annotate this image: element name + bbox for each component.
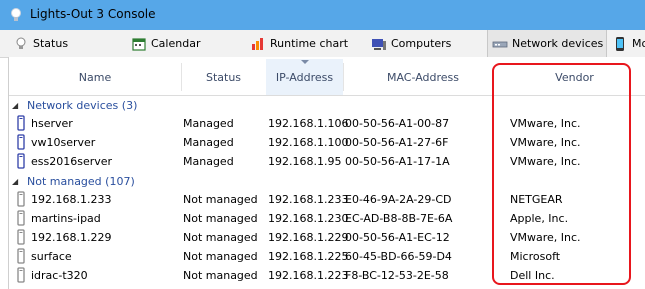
cell-status: Not managed — [183, 231, 258, 244]
tab-label: Status — [33, 37, 69, 50]
cell-status: Not managed — [183, 212, 258, 225]
tab-label: Mo — [632, 37, 645, 50]
lightbulb-icon — [11, 8, 21, 21]
cell-status: Managed — [183, 155, 234, 168]
cell-name: 192.168.1.229 — [31, 231, 112, 244]
tab-label: Runtime chart — [270, 37, 349, 50]
vendor-column-highlight — [492, 63, 631, 285]
title-bar[interactable]: Lights-Out 3 Console — [0, 0, 645, 30]
cell-name: ess2016server — [31, 155, 113, 168]
tab-label: Network devices — [512, 37, 604, 50]
column-header-name[interactable]: Name — [9, 59, 181, 95]
calendar-icon — [132, 37, 146, 51]
column-header-status[interactable]: Status — [181, 59, 266, 95]
network-icon — [492, 41, 508, 47]
device-icon — [17, 248, 25, 264]
cell-mac: E0-46-9A-2A-29-CD — [345, 193, 452, 206]
column-header-ip-address[interactable]: IP-Address — [266, 59, 343, 95]
collapse-icon: ◢ — [12, 176, 19, 186]
cell-status: Managed — [183, 117, 234, 130]
device-icon — [17, 191, 25, 207]
cell-ip: 192.168.1.230 — [268, 212, 349, 225]
cell-mac: F8-BC-12-53-2E-58 — [345, 269, 449, 282]
cell-ip: 192.168.1.233 — [268, 193, 349, 206]
cell-name: idrac-t320 — [31, 269, 88, 282]
cell-ip: 192.168.1.95 — [268, 155, 342, 168]
cell-status: Not managed — [183, 269, 258, 282]
cell-status: Not managed — [183, 193, 258, 206]
cell-name: surface — [31, 250, 72, 263]
cell-ip: 192.168.1.106 — [268, 117, 349, 130]
cell-name: hserver — [31, 117, 73, 130]
cell-mac: 00-50-56-A1-00-87 — [345, 117, 450, 130]
tab-computers[interactable]: Computers — [371, 30, 451, 57]
chart-icon — [252, 37, 263, 50]
cell-name: martins-ipad — [31, 212, 101, 225]
tab-bar: Status Calendar Runtime chart Computers … — [0, 30, 645, 58]
device-icon — [17, 115, 25, 131]
cell-mac: 00-50-56-A1-27-6F — [345, 136, 449, 149]
cell-name: vw10server — [31, 136, 96, 149]
lightbulb-icon — [16, 37, 26, 49]
cell-status: Not managed — [183, 250, 258, 263]
cell-mac: 00-50-56-A1-17-1A — [345, 155, 450, 168]
tab-status[interactable]: Status — [13, 30, 68, 57]
device-icon — [17, 153, 25, 169]
sort-arrow-icon — [300, 60, 309, 64]
cell-mac: 60-45-BD-66-59-D4 — [345, 250, 452, 263]
collapse-icon: ◢ — [12, 100, 19, 110]
group-label: Not managed (107) — [27, 174, 135, 188]
computer-icon — [372, 38, 386, 50]
tab-label: Computers — [391, 37, 452, 50]
cell-mac: 00-50-56-A1-EC-12 — [345, 231, 450, 244]
device-icon — [17, 229, 25, 245]
tab-label: Calendar — [151, 37, 201, 50]
device-icon — [17, 134, 25, 150]
cell-ip: 192.168.1.225 — [268, 250, 349, 263]
group-label: Network devices (3) — [27, 98, 138, 112]
cell-ip: 192.168.1.100 — [268, 136, 349, 149]
column-header-mac-address[interactable]: MAC-Address — [343, 59, 503, 95]
column-header-label: IP-Address — [275, 70, 334, 84]
cell-name: 192.168.1.233 — [31, 193, 112, 206]
cell-status: Managed — [183, 136, 234, 149]
device-icon — [17, 210, 25, 226]
mobile-icon — [616, 36, 624, 51]
tab-calendar[interactable]: Calendar — [131, 30, 200, 57]
cell-ip: 192.168.1.223 — [268, 269, 349, 282]
tab-mobile[interactable]: Mo — [612, 30, 645, 57]
tab-network-devices[interactable]: Network devices — [487, 30, 607, 57]
cell-mac: EC-AD-B8-8B-7E-6A — [345, 212, 453, 225]
tab-runtime-chart[interactable]: Runtime chart — [250, 30, 348, 57]
device-icon — [17, 267, 25, 283]
cell-ip: 192.168.1.229 — [268, 231, 349, 244]
window-title: Lights-Out 3 Console — [30, 7, 156, 21]
